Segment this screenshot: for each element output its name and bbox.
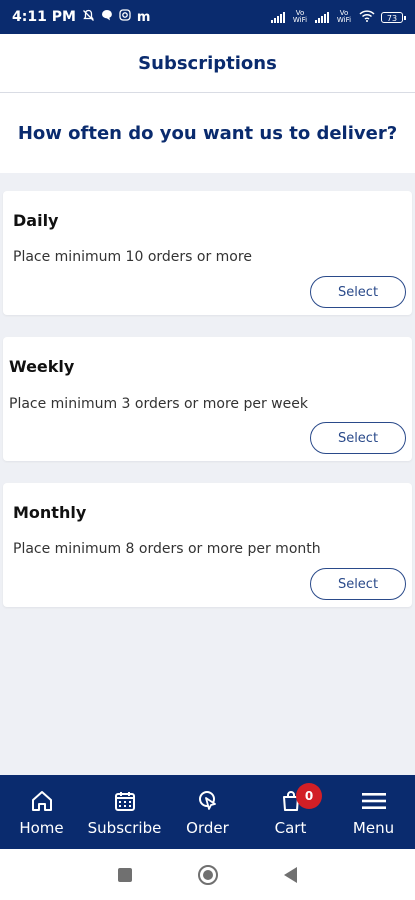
wifi-icon bbox=[359, 9, 375, 25]
status-bar: 4:11 PM m Vo WiFi Vo WiFi 73 bbox=[0, 0, 415, 34]
select-button-monthly[interactable]: Select bbox=[310, 568, 406, 600]
battery-icon: 73 bbox=[381, 11, 406, 23]
cart-count-badge: 0 bbox=[296, 783, 322, 809]
signal-icon-2 bbox=[315, 11, 329, 23]
bottom-nav: Home Subscribe Order Cart 0 Menu bbox=[0, 775, 415, 849]
system-nav-bar bbox=[0, 849, 415, 900]
vo-wifi-label-1: Vo WiFi bbox=[292, 9, 308, 24]
nav-item-home[interactable]: Home bbox=[0, 775, 83, 849]
nav-label-home: Home bbox=[19, 819, 64, 837]
nav-label-subscribe: Subscribe bbox=[87, 819, 162, 837]
signal-icon bbox=[271, 11, 285, 23]
nav-label-order: Order bbox=[186, 819, 229, 837]
hamburger-menu-icon bbox=[361, 787, 387, 815]
mute-icon bbox=[82, 9, 95, 26]
subscription-card-monthly: Monthly Place minimum 8 orders or more p… bbox=[3, 483, 412, 607]
nav-item-cart[interactable]: Cart 0 bbox=[249, 775, 332, 849]
chat-bubble-icon bbox=[101, 9, 113, 25]
status-time: 4:11 PM bbox=[12, 9, 76, 25]
select-button-weekly[interactable]: Select bbox=[310, 422, 406, 454]
nav-label-menu: Menu bbox=[352, 819, 395, 837]
status-left: 4:11 PM m bbox=[12, 9, 150, 26]
subscription-card-daily: Daily Place minimum 10 orders or more Se… bbox=[3, 191, 412, 315]
page-title: Subscriptions bbox=[138, 52, 277, 74]
app-header: Subscriptions bbox=[0, 34, 415, 93]
card-title-monthly: Monthly bbox=[13, 503, 87, 522]
nav-item-order[interactable]: Order bbox=[166, 775, 249, 849]
subscription-card-weekly: Weekly Place minimum 3 orders or more pe… bbox=[3, 337, 412, 461]
card-title-weekly: Weekly bbox=[9, 357, 75, 376]
card-title-daily: Daily bbox=[13, 211, 59, 230]
nav-item-subscribe[interactable]: Subscribe bbox=[83, 775, 166, 849]
recents-icon[interactable] bbox=[118, 867, 132, 882]
card-desc-daily: Place minimum 10 orders or more bbox=[13, 249, 252, 265]
card-desc-weekly: Place minimum 3 orders or more per week bbox=[9, 396, 308, 412]
nav-item-menu[interactable]: Menu bbox=[332, 775, 415, 849]
home-icon bbox=[30, 787, 54, 815]
question-text: How often do you want us to deliver? bbox=[17, 122, 398, 144]
status-right: Vo WiFi Vo WiFi 73 bbox=[271, 9, 406, 25]
home-circle-icon[interactable] bbox=[198, 864, 218, 885]
calendar-icon bbox=[113, 787, 137, 815]
vo-wifi-label-2: Vo WiFi bbox=[336, 9, 352, 24]
messenger-m-icon: m bbox=[136, 9, 151, 25]
question-section: How often do you want us to deliver? bbox=[0, 93, 415, 173]
back-triangle-icon[interactable] bbox=[284, 866, 297, 883]
card-desc-monthly: Place minimum 8 orders or more per month bbox=[13, 541, 321, 557]
order-pointer-icon bbox=[196, 787, 220, 815]
instagram-icon bbox=[119, 9, 131, 25]
select-button-daily[interactable]: Select bbox=[310, 276, 406, 308]
nav-label-cart: Cart bbox=[274, 819, 307, 837]
